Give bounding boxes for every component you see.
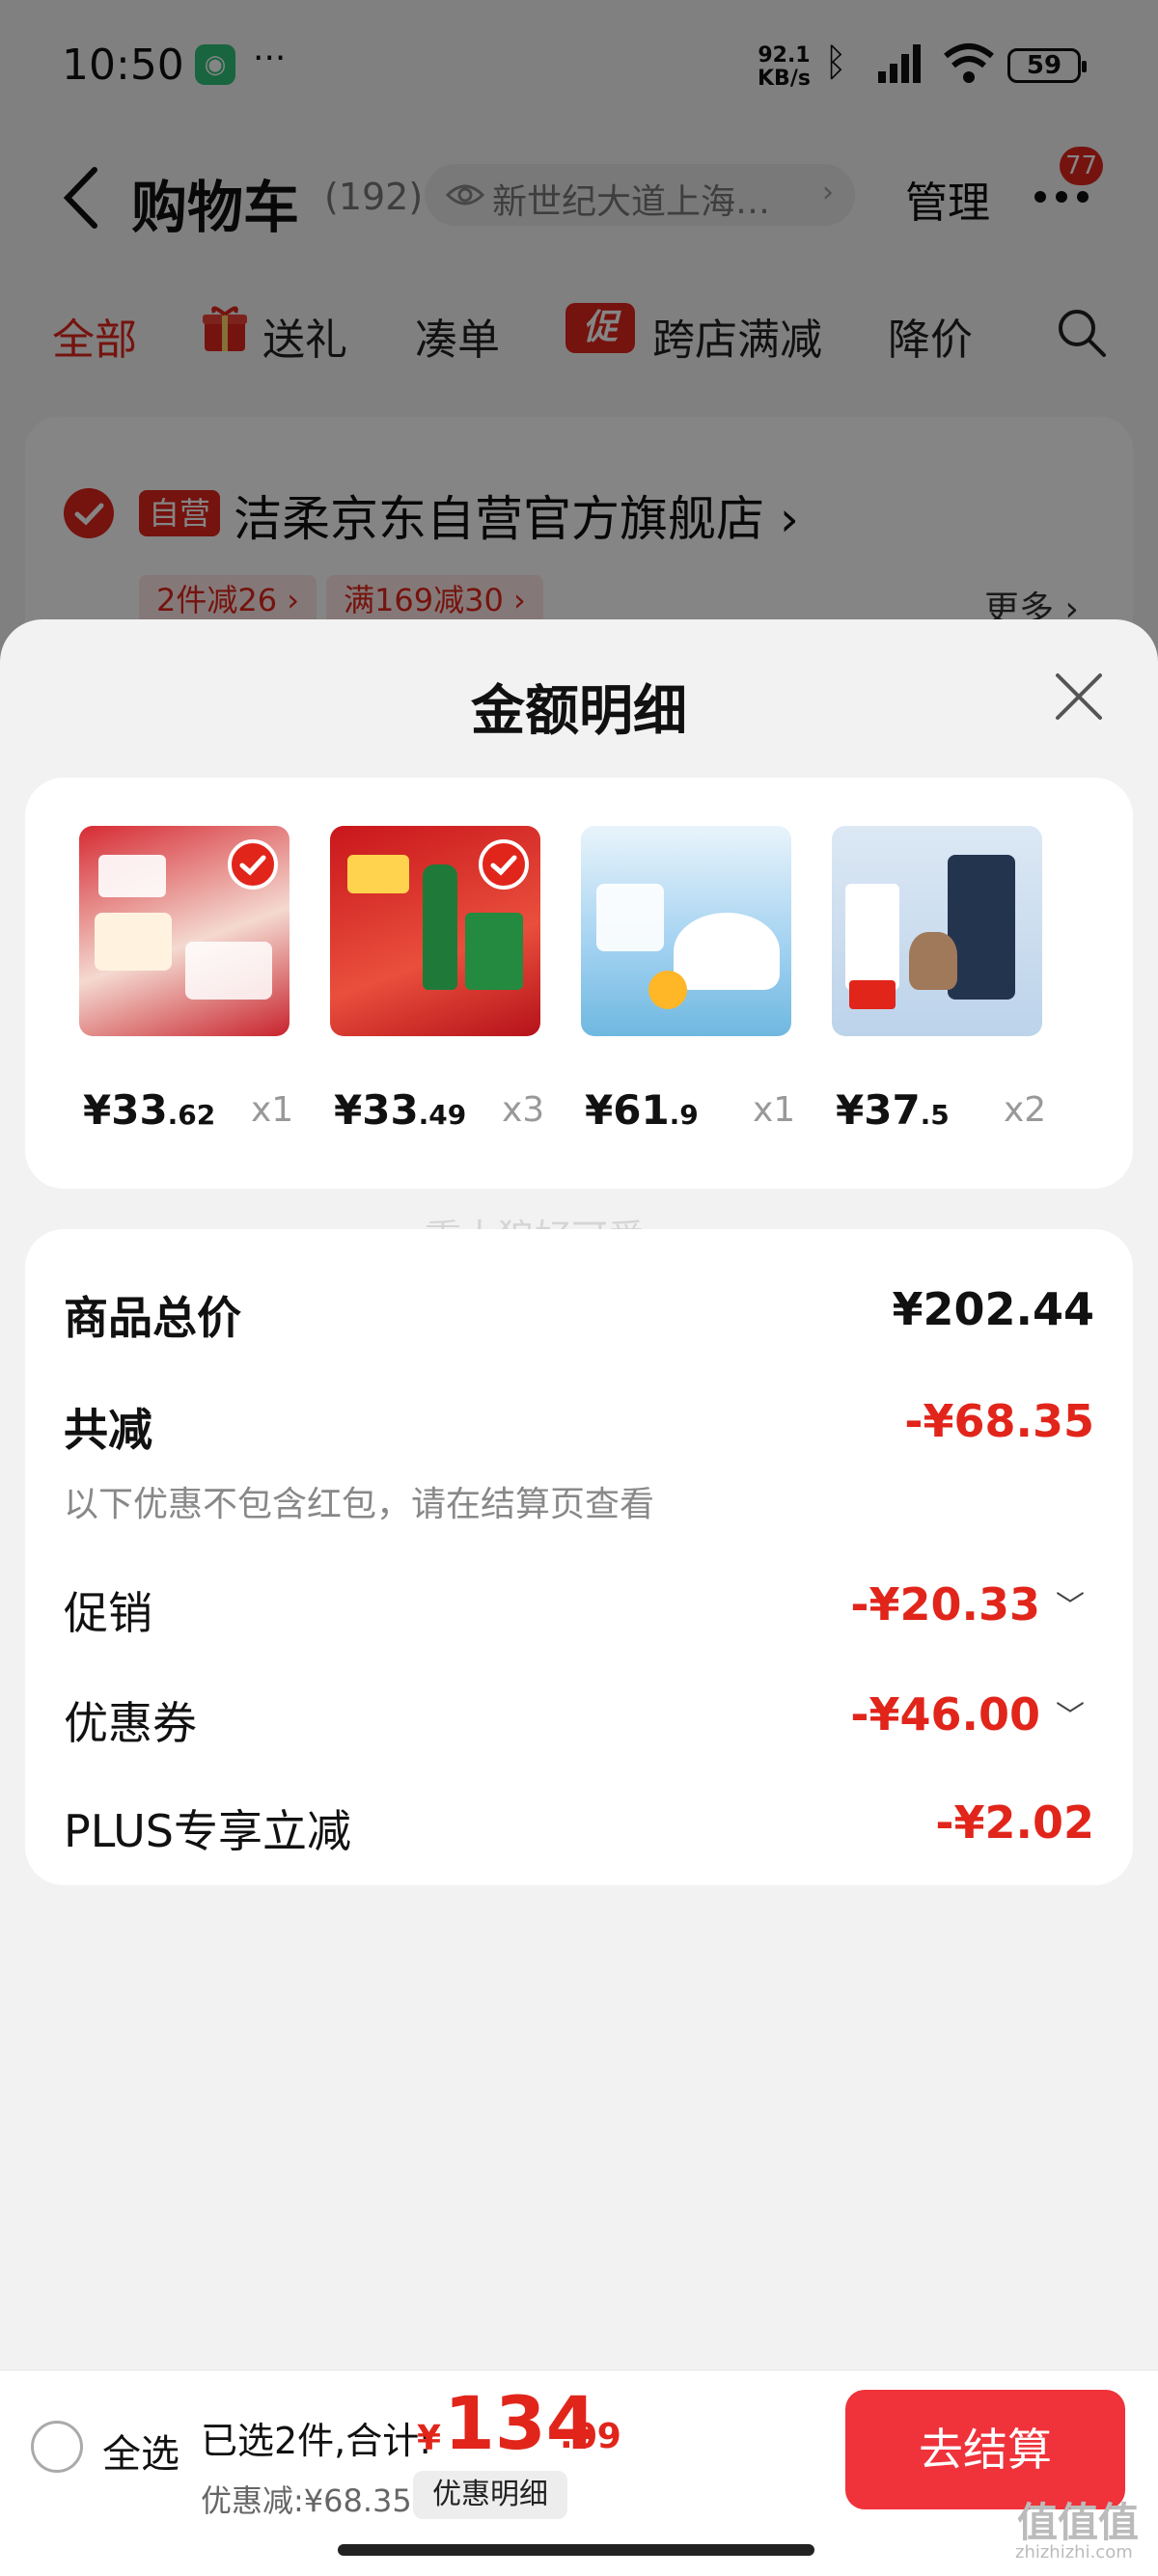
checkout-bar: 全选 已选2件,合计: ¥ 134 .09 优惠减:¥68.35 优惠明细 去结…	[0, 2370, 1158, 2576]
selected-check-icon	[479, 839, 529, 890]
select-all-label[interactable]: 全选	[102, 2423, 179, 2479]
product-quantity: x3	[502, 1090, 545, 1130]
diaper-product-image	[832, 826, 1042, 1036]
home-indicator[interactable]	[338, 2544, 814, 2556]
product-quantity: x1	[251, 1090, 294, 1130]
product-price: ¥33.62	[83, 1086, 216, 1134]
site-watermark-logo: 值值值	[1017, 2499, 1140, 2546]
total-amount-decimal: .09	[560, 2417, 621, 2456]
selected-check-icon	[228, 839, 278, 890]
total-price-value: ¥202.44	[892, 1283, 1094, 1335]
product-price: ¥61.9	[585, 1086, 699, 1134]
product-item[interactable]: ¥37.5 x2	[799, 826, 1046, 1154]
total-price-label: 商品总价	[64, 1292, 241, 1344]
total-reduction-label: 共减	[64, 1404, 152, 1456]
coupon-label: 优惠券	[64, 1697, 197, 1749]
reduction-note: 以下优惠不包含红包，请在结算页查看	[64, 1485, 655, 1524]
beer-product-image	[330, 826, 540, 1036]
product-thumbnails: ¥33.62 x1 ¥33.49 x3 ¥61.9 x1 ¥37.5 x2	[25, 778, 1133, 1189]
site-watermark-url: zhizhizhi.com	[1015, 2542, 1133, 2562]
amount-detail-sheet: 金额明细 ¥33.62 x1 ¥33.49 x3 ¥61.9 x1 ¥37.5 …	[0, 619, 1158, 2576]
close-icon[interactable]	[1050, 668, 1108, 726]
select-all-radio[interactable]	[31, 2421, 83, 2473]
promotion-value[interactable]: -¥20.33	[850, 1578, 1040, 1631]
product-item[interactable]: ¥61.9 x1	[548, 826, 795, 1154]
cream-product-image	[581, 826, 791, 1036]
chevron-down-icon[interactable]: ﹀	[1056, 1692, 1085, 1735]
coupon-value[interactable]: -¥46.00	[850, 1688, 1040, 1740]
product-quantity: x2	[1004, 1090, 1047, 1130]
product-item[interactable]: ¥33.62 x1	[46, 826, 293, 1154]
product-item[interactable]: ¥33.49 x3	[297, 826, 544, 1154]
product-price: ¥33.49	[334, 1086, 467, 1134]
promotion-label: 促销	[64, 1587, 152, 1639]
plus-discount-label: PLUS专享立减	[64, 1805, 351, 1857]
price-summary: 商品总价 ¥202.44 共减 -¥68.35 以下优惠不包含红包，请在结算页查…	[25, 1229, 1133, 1885]
discount-summary: 优惠减:¥68.35	[201, 2482, 412, 2519]
total-reduction-value: -¥68.35	[904, 1395, 1094, 1447]
tissue-product-image	[79, 826, 290, 1036]
product-quantity: x1	[753, 1090, 796, 1130]
product-price: ¥37.5	[836, 1086, 950, 1134]
plus-discount-value: -¥2.02	[935, 1796, 1094, 1849]
discount-detail-button[interactable]: 优惠明细	[413, 2471, 567, 2519]
total-currency: ¥	[417, 2419, 442, 2458]
selected-count-text: 已选2件,合计:	[201, 2420, 432, 2462]
chevron-down-icon[interactable]: ﹀	[1056, 1582, 1085, 1625]
sheet-title: 金额明细	[471, 680, 687, 743]
